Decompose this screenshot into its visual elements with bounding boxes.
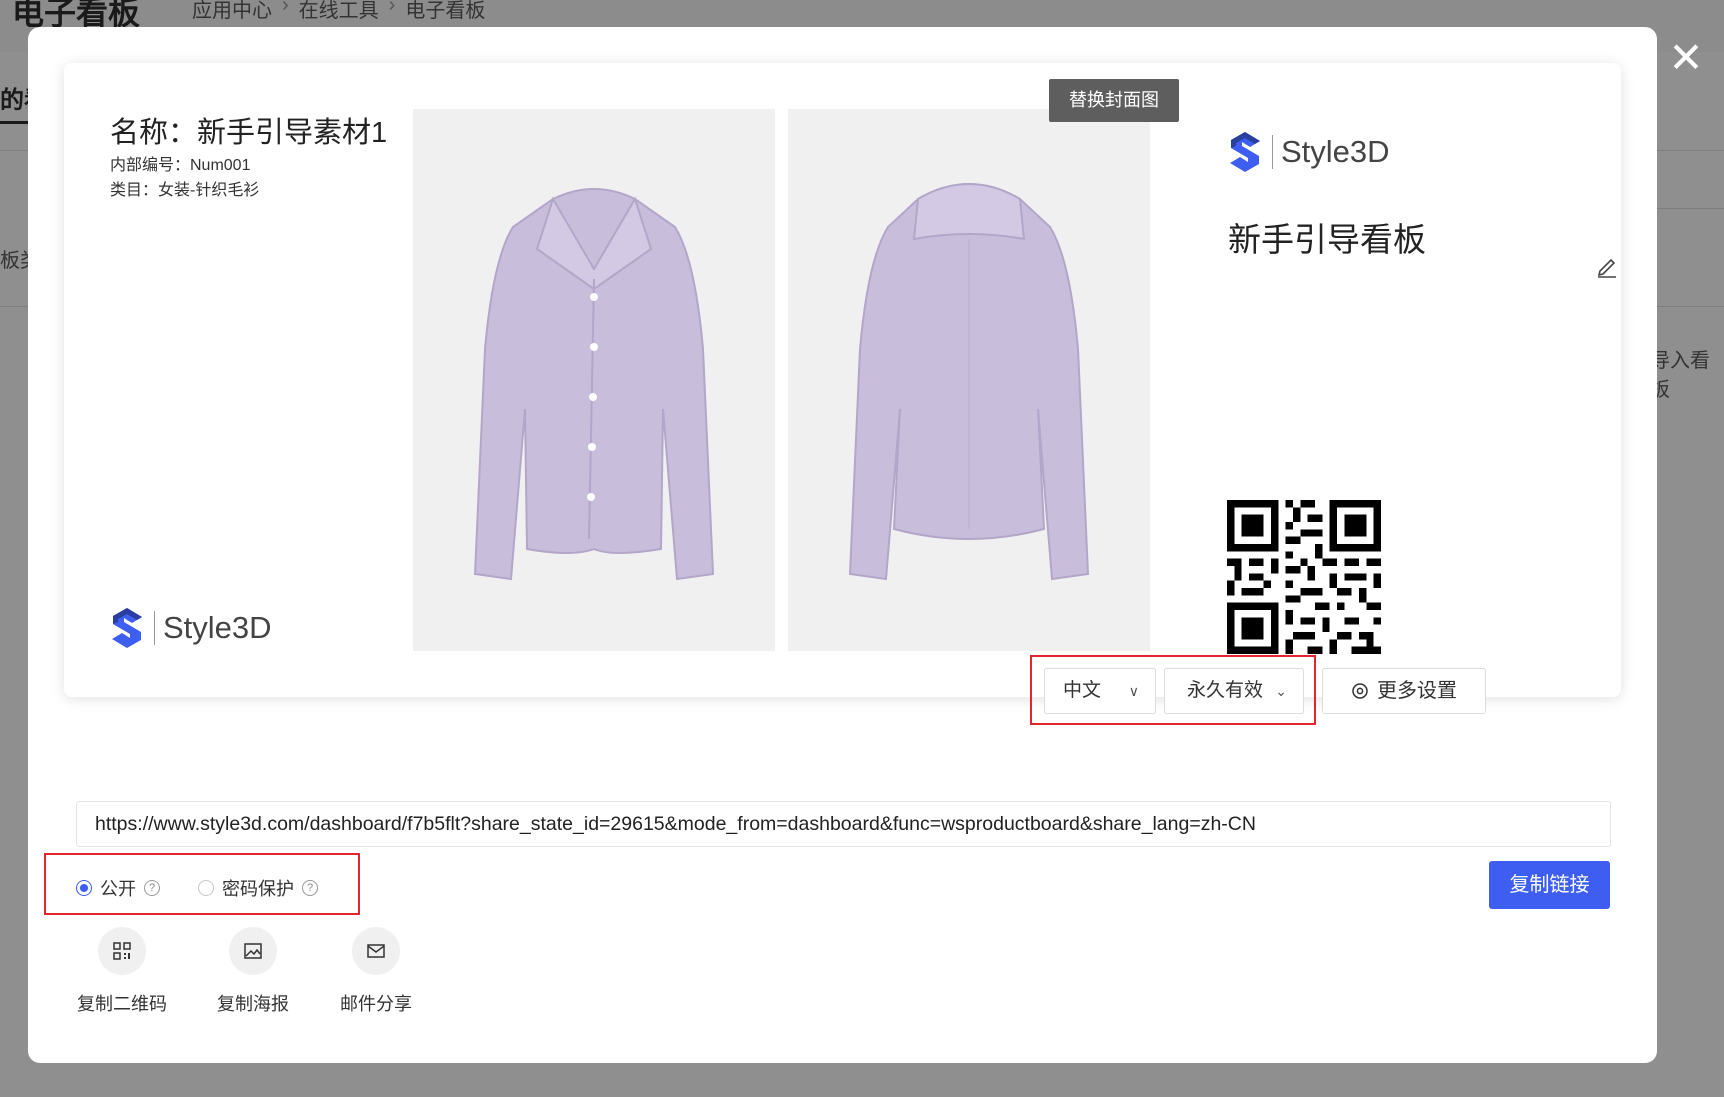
- style3d-logo: Style3D: [1228, 131, 1390, 173]
- gear-icon: [1352, 683, 1368, 699]
- validity-select-value: 永久有效: [1187, 680, 1264, 701]
- garment-front-image: [413, 109, 775, 651]
- share-label: 复制二维码: [77, 994, 167, 1014]
- replace-cover-button[interactable]: 替换封面图: [1049, 79, 1179, 122]
- share-icon-wrap: [352, 927, 400, 975]
- material-category: 类目：女装-针织毛衫: [110, 182, 260, 199]
- breadcrumb-item[interactable]: 应用中心: [192, 0, 272, 23]
- style3d-logo-icon: [1230, 132, 1260, 172]
- help-icon[interactable]: ?: [144, 880, 160, 896]
- radio-public-label: 公开: [100, 879, 136, 899]
- chevron-down-icon: ⌄: [1275, 683, 1287, 699]
- material-code: 内部编号：Num001: [110, 157, 251, 174]
- board-title: 新手引导看板: [1228, 221, 1426, 258]
- share-label: 邮件分享: [340, 994, 412, 1014]
- edit-icon[interactable]: [1595, 255, 1619, 279]
- share-copy-qrcode[interactable]: 复制二维码: [67, 927, 177, 1016]
- breadcrumb-item: 电子看板: [405, 0, 486, 22]
- radio-password[interactable]: 密码保护 ?: [198, 875, 318, 901]
- style3d-logo: Style3D: [110, 607, 272, 649]
- validity-select[interactable]: 永久有效 ⌄: [1164, 668, 1304, 714]
- more-settings-button[interactable]: 更多设置: [1322, 668, 1486, 714]
- qrcode-image: [1227, 500, 1381, 654]
- breadcrumb-item[interactable]: 在线工具: [299, 0, 379, 23]
- garment-back-image: [788, 109, 1150, 651]
- share-email[interactable]: 邮件分享: [321, 927, 431, 1016]
- share-url-field[interactable]: https://www.style3d.com/dashboard/f7b5fl…: [76, 801, 1611, 847]
- divider: [0, 150, 28, 151]
- share-label: 复制海报: [217, 994, 289, 1014]
- close-icon[interactable]: ✕: [1666, 37, 1706, 79]
- radio-password-label: 密码保护: [222, 879, 294, 899]
- share-icon-wrap: [229, 927, 277, 975]
- chevron-down-icon: ∨: [1128, 683, 1139, 699]
- board-preview: 名称：新手引导素材1 内部编号：Num001 类目：女装-针织毛衫 Style3…: [64, 63, 1621, 697]
- mail-icon: [367, 944, 385, 958]
- more-settings-label: 更多设置: [1377, 680, 1457, 702]
- style3d-logo-text: Style3D: [154, 611, 272, 645]
- image-icon: [244, 943, 262, 959]
- language-select[interactable]: 中文 ∨: [1044, 668, 1156, 714]
- background-side-text: 导入看板: [1650, 350, 1710, 401]
- breadcrumb: 应用中心 › 在线工具 › 电子看板: [192, 0, 485, 23]
- breadcrumb-separator: ›: [388, 0, 396, 16]
- language-select-value: 中文: [1063, 680, 1102, 701]
- qrcode-icon: [113, 942, 131, 960]
- share-modal: 名称：新手引导素材1 内部编号：Num001 类目：女装-针织毛衫 Style3…: [28, 27, 1657, 1063]
- help-icon[interactable]: ?: [302, 880, 318, 896]
- share-copy-poster[interactable]: 复制海报: [198, 927, 308, 1016]
- divider: [1657, 306, 1724, 307]
- breadcrumb-separator: ›: [282, 0, 289, 16]
- style3d-logo-icon: [112, 608, 142, 648]
- divider: [1657, 150, 1724, 151]
- material-meta: 内部编号：Num001 类目：女装-针织毛衫: [110, 153, 259, 203]
- share-icon-wrap: [98, 927, 146, 975]
- divider: [0, 306, 28, 307]
- radio-button[interactable]: [198, 880, 214, 896]
- radio-button-checked[interactable]: [76, 880, 92, 896]
- copy-link-button[interactable]: 复制链接: [1489, 861, 1610, 909]
- radio-public[interactable]: 公开 ?: [76, 875, 160, 901]
- divider: [1657, 208, 1724, 209]
- style3d-logo-text: Style3D: [1272, 135, 1390, 169]
- material-name: 名称：新手引导素材1: [110, 117, 388, 149]
